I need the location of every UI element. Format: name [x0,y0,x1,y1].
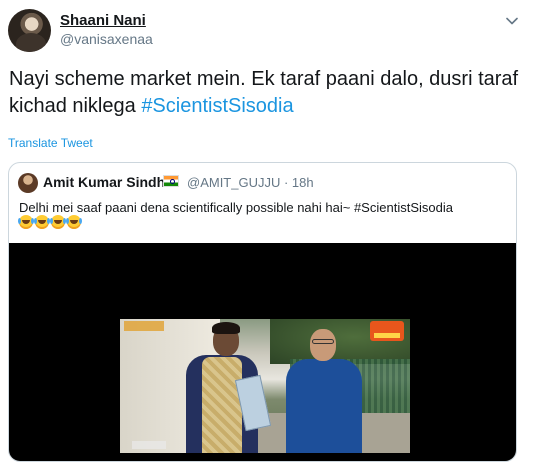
quoted-hashtag: #ScientistSisodia [353,200,453,215]
chevron-down-icon[interactable] [506,15,518,27]
india-flag-icon [163,175,179,187]
author-display-name[interactable]: Shaani Nani [60,12,146,29]
tears-of-joy-icon [50,215,65,229]
quoted-text-body: Delhi mei saaf paani dena scientifically… [19,200,354,215]
quoted-tweet[interactable]: Amit Kumar Sindhi @AMIT_GUJJU · 18h Delh… [8,162,517,462]
avatar[interactable] [8,9,51,52]
emoji-row [18,215,81,231]
hashtag-link[interactable]: #ScientistSisodia [141,95,293,117]
tweet-text: Nayi scheme market mein. Ek taraf paani … [9,66,524,120]
tears-of-joy-icon [34,215,49,229]
broadcaster-logo [370,321,404,341]
video-player[interactable] [9,243,516,461]
channel-logo [124,321,164,331]
tears-of-joy-icon [66,215,81,229]
video-frame [120,319,410,453]
quoted-avatar[interactable] [18,173,38,193]
quoted-tweet-text: Delhi mei saaf paani dena scientifically… [19,199,509,216]
translate-tweet-link[interactable]: Translate Tweet [8,136,93,150]
quoted-display-name: Amit Kumar Sindhi [43,174,170,190]
quoted-handle-time: @AMIT_GUJJU · 18h [187,175,314,190]
author-handle[interactable]: @vanisaxenaa [60,31,153,47]
tears-of-joy-icon [18,215,33,229]
tweet: Shaani Nani @vanisaxenaa Nayi scheme mar… [0,0,534,465]
